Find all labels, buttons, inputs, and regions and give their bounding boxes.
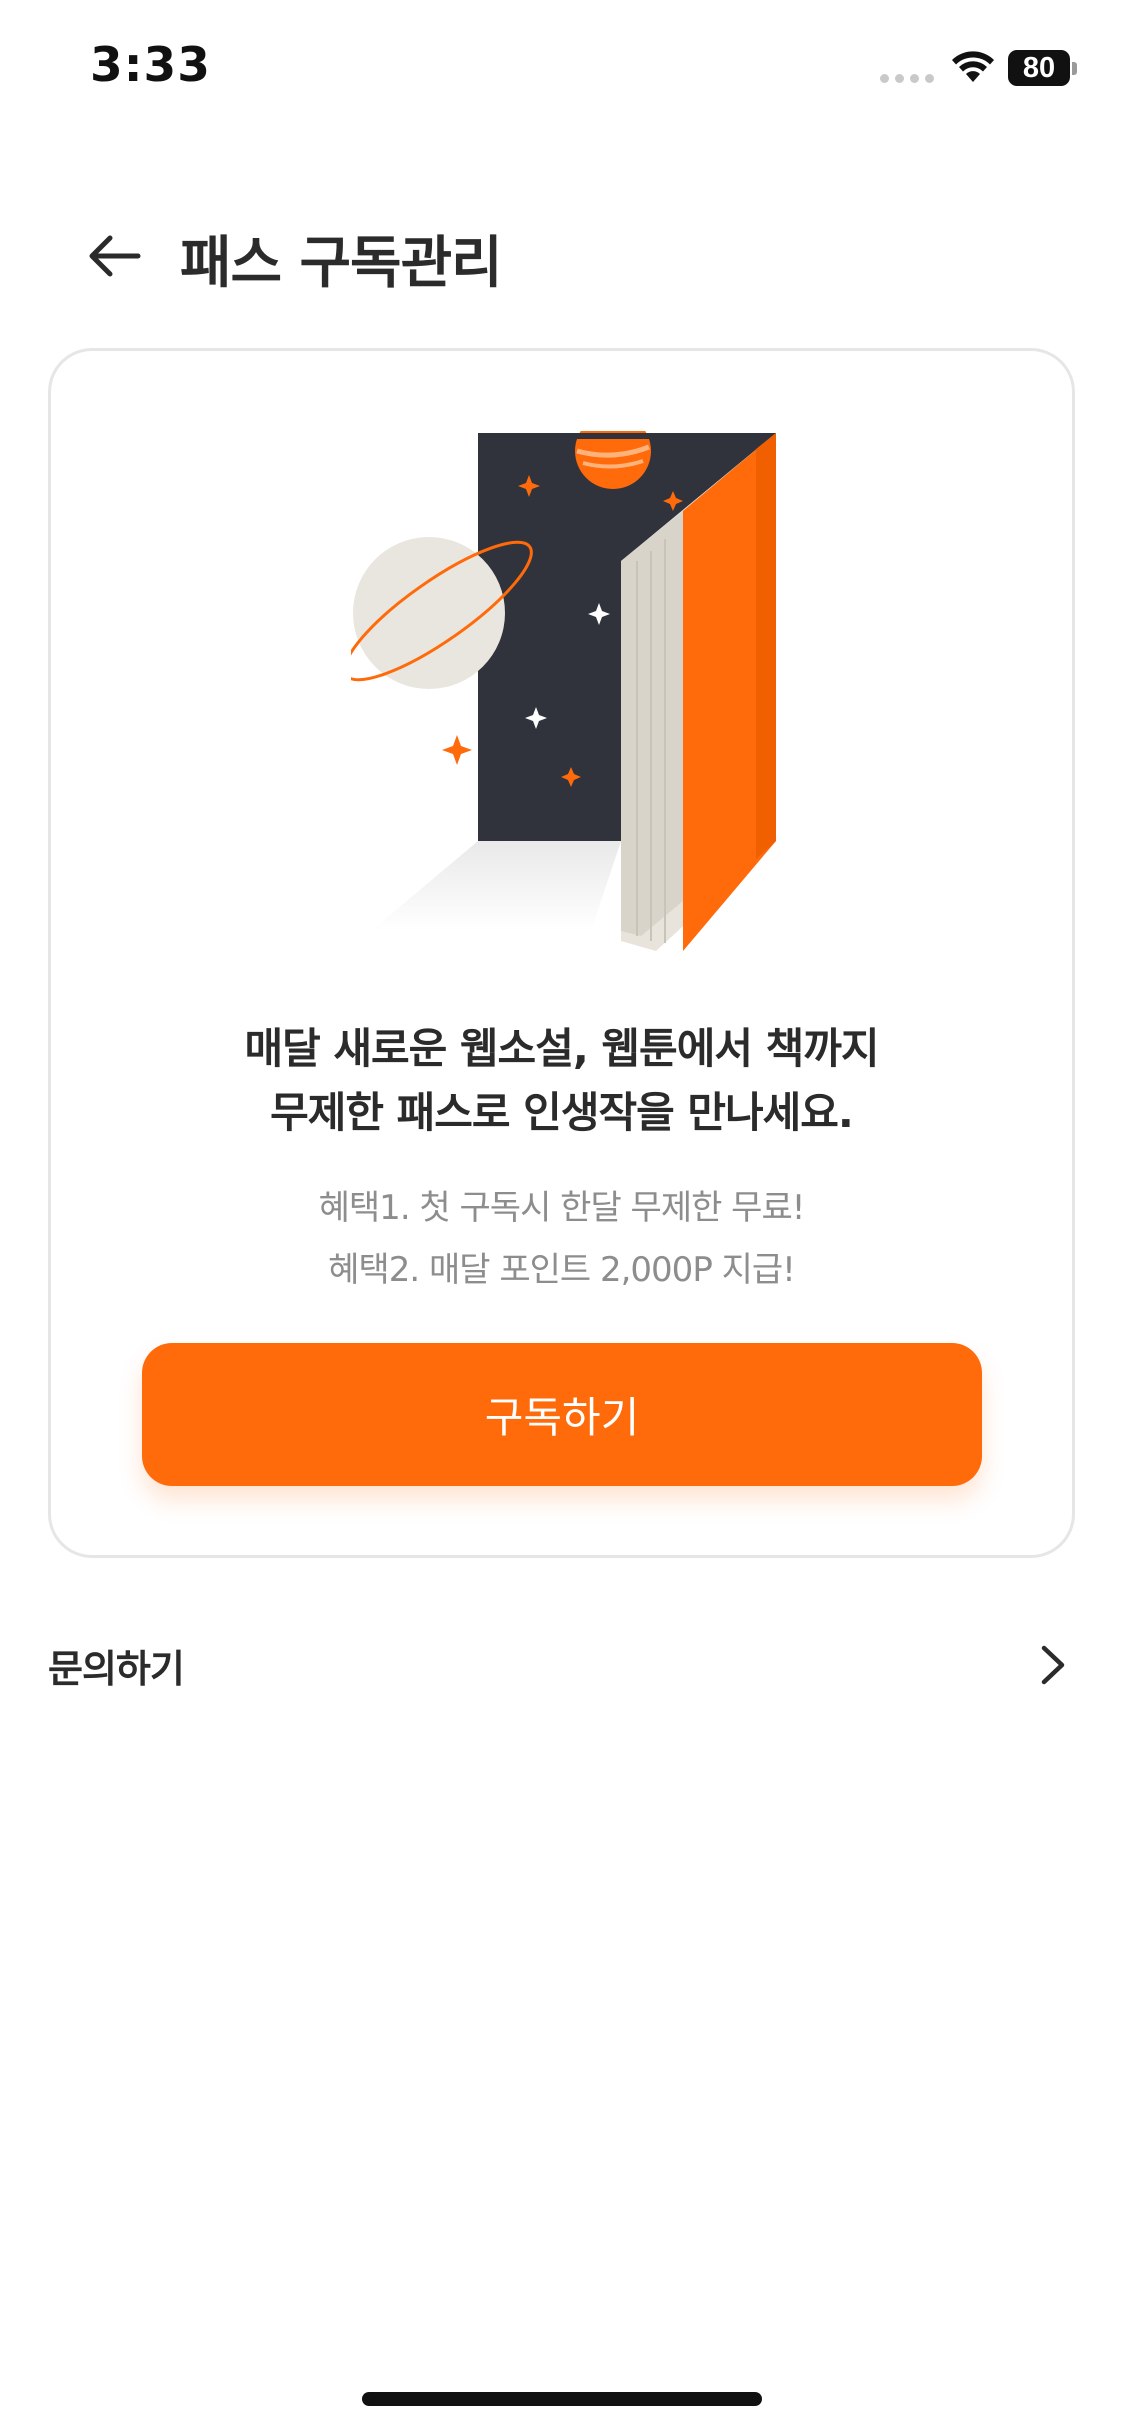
wifi-icon xyxy=(952,51,994,82)
inquiry-row[interactable]: 문의하기 xyxy=(48,1620,1078,1710)
battery-level: 80 xyxy=(1008,50,1070,86)
home-indicator xyxy=(362,2392,762,2406)
pass-illustration xyxy=(351,431,776,951)
headline-line-1: 매달 새로운 웹소설, 웹툰에서 책까지 xyxy=(244,1024,879,1073)
benefit-item-2: 혜택2. 매달 포인트 2,000P 지급! xyxy=(328,1250,796,1290)
back-button[interactable] xyxy=(80,222,148,290)
arrow-left-icon xyxy=(89,235,141,277)
subscribe-button[interactable]: 구독하기 xyxy=(142,1343,982,1486)
cellular-signal-icon xyxy=(880,74,936,83)
subscription-headline: 매달 새로운 웹소설, 웹툰에서 책까지 무제한 패스로 인생작을 만나세요. xyxy=(51,1017,1072,1145)
status-bar: 3:33 80 xyxy=(0,0,1125,140)
status-time: 3:33 xyxy=(90,38,211,93)
subscription-card: 매달 새로운 웹소설, 웹툰에서 책까지 무제한 패스로 인생작을 만나세요. … xyxy=(48,348,1075,1558)
benefit-item-1: 혜택1. 첫 구독시 한달 무제한 무료! xyxy=(318,1188,806,1228)
chevron-right-icon xyxy=(1041,1645,1065,1685)
inquiry-label: 문의하기 xyxy=(48,1647,185,1691)
page-title: 패스 구독관리 xyxy=(180,231,503,296)
battery-icon: 80 xyxy=(1008,50,1077,86)
headline-line-2: 무제한 패스로 인생작을 만나세요. xyxy=(270,1088,854,1137)
benefits-list: 혜택1. 첫 구독시 한달 무제한 무료! 혜택2. 매달 포인트 2,000P… xyxy=(51,1177,1072,1301)
page-header: 패스 구독관리 xyxy=(0,200,1125,310)
